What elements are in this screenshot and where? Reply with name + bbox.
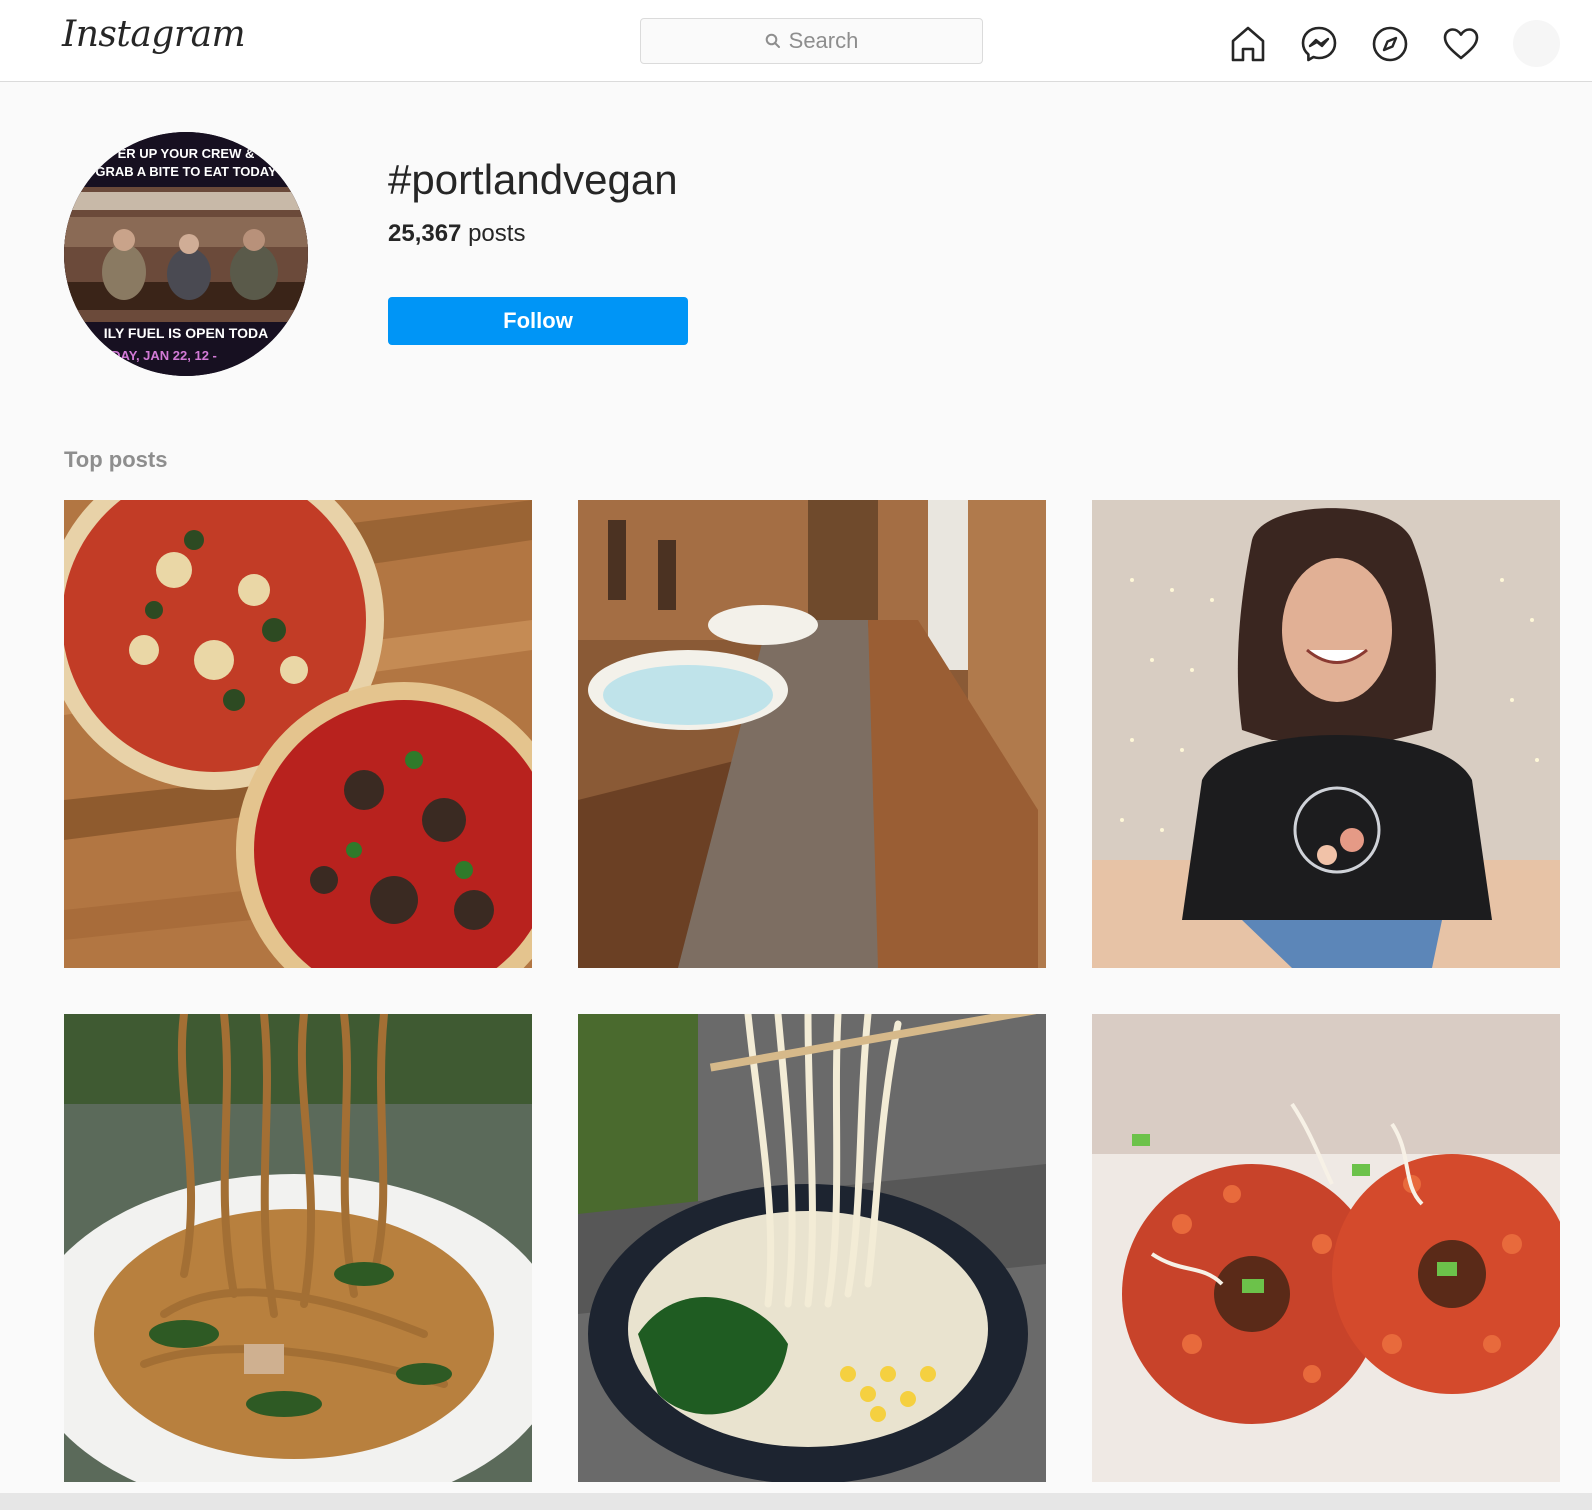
top-posts-label: Top posts: [64, 447, 168, 472]
avatar-text-top-1: ER UP YOUR CREW &: [118, 146, 255, 161]
search-placeholder: Search: [788, 28, 859, 53]
avatar-text-bottom-2: DAY, JAN 22, 12 -: [111, 348, 217, 363]
post-count-label: posts: [468, 220, 526, 247]
ramen-bowl-photo: [578, 1014, 1046, 1482]
outdoor-bath-photo: [578, 500, 1046, 968]
hashtag-avatar: ER UP YOUR CREW & GRAB A BITE TO EAT TOD…: [64, 132, 308, 376]
search-icon: [765, 33, 781, 49]
profile-avatar[interactable]: [1513, 20, 1560, 67]
search-input[interactable]: Search: [640, 18, 983, 64]
avatar-text-top-2: GRAB A BITE TO EAT TODAY: [95, 164, 277, 179]
post-smiling-woman[interactable]: [1092, 500, 1560, 968]
nav-icons: [1229, 20, 1560, 67]
post-count: 25,367 posts: [388, 220, 525, 248]
noodles-photo: [64, 1014, 532, 1482]
post-count-number: 25,367: [388, 220, 462, 247]
post-ramen-bowl[interactable]: [578, 1014, 1046, 1482]
heart-icon[interactable]: [1442, 26, 1480, 62]
post-pizza[interactable]: [64, 500, 532, 968]
post-noodles[interactable]: [64, 1014, 532, 1482]
avatar-text-bottom-1: ILY FUEL IS OPEN TODA: [104, 325, 268, 341]
smiling-woman-photo: [1092, 500, 1560, 968]
home-icon[interactable]: [1229, 24, 1267, 64]
follow-button[interactable]: Follow: [388, 297, 688, 345]
top-posts-grid: [64, 500, 1560, 1482]
messenger-icon[interactable]: [1300, 25, 1338, 63]
post-outdoor-bath[interactable]: [578, 500, 1046, 968]
hashtag-title: #portlandvegan: [388, 156, 678, 203]
fried-food-photo: [1092, 1014, 1560, 1482]
pizza-photo: [64, 500, 532, 968]
top-nav: Instagram Search: [0, 0, 1592, 82]
instagram-logo[interactable]: Instagram: [62, 14, 246, 55]
bottom-strip: [0, 1493, 1592, 1510]
post-fried-food[interactable]: [1092, 1014, 1560, 1482]
explore-icon[interactable]: [1371, 25, 1409, 63]
